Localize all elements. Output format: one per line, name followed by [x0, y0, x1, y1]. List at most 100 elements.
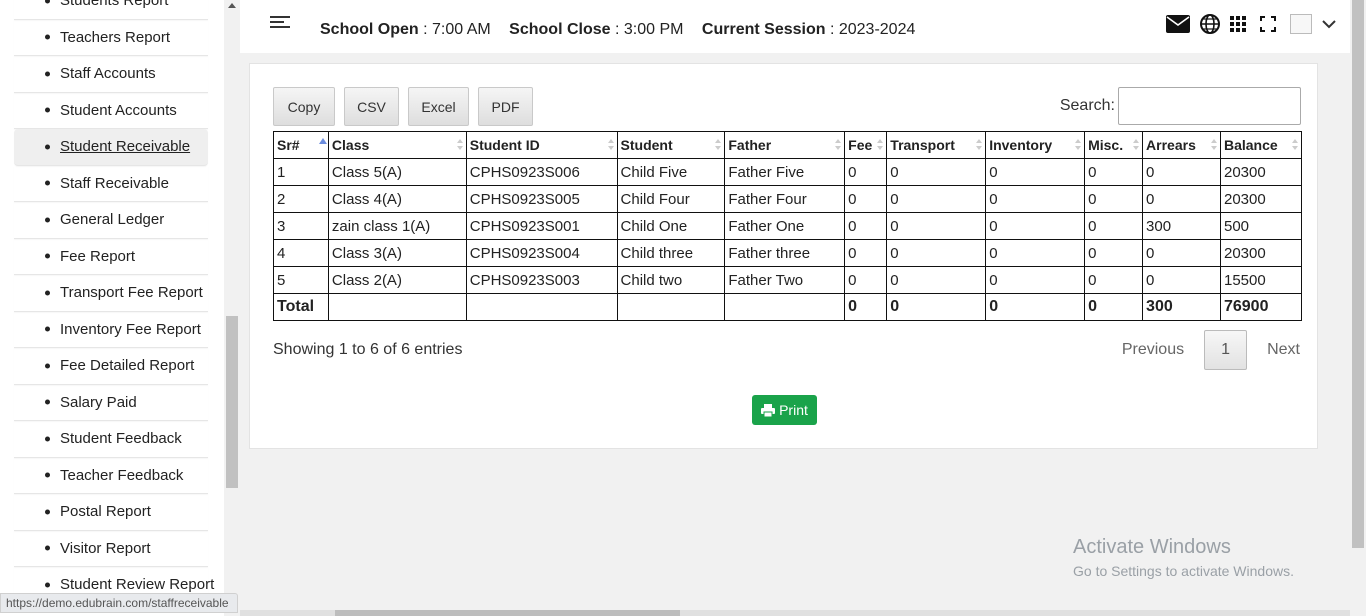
total-cell: 300 — [1142, 293, 1221, 321]
table-cell: 0 — [985, 212, 1086, 240]
menu-toggle-icon[interactable] — [270, 16, 290, 32]
sidebar-item-staff-receivable[interactable]: Staff Receivable — [14, 166, 208, 202]
table-body: 1 Class 5(A) CPHS0923S006 Child Five Father … — [273, 158, 1303, 321]
table-row: 4 Class 3(A) CPHS0923S004 Child three Father… — [273, 239, 1303, 267]
column-header-student[interactable]: Student — [616, 131, 726, 159]
column-header-student-id[interactable]: Student ID — [465, 131, 618, 159]
total-row: Total 0 0 0 0 300 76900 — [273, 293, 1303, 321]
sidebar-item-transport-fee-report[interactable]: Transport Fee Report — [14, 275, 208, 312]
column-header-father[interactable]: Father — [724, 131, 846, 159]
next-page-button[interactable]: Next — [1267, 341, 1300, 359]
page-1-button[interactable]: 1 — [1204, 330, 1248, 370]
school-open-label: School Open — [320, 21, 419, 38]
sort-icon — [456, 139, 463, 151]
table-row: 1 Class 5(A) CPHS0923S006 Child Five Father … — [273, 158, 1303, 186]
column-header-fee[interactable]: Fee — [844, 131, 888, 159]
sidebar-item-fee-detailed-report[interactable]: Fee Detailed Report — [14, 348, 208, 385]
sidebar-item-label: Staff Accounts — [60, 65, 156, 83]
sidebar-item-fee-report[interactable]: Fee Report — [14, 239, 208, 275]
header-icons — [1156, 14, 1336, 34]
sidebar-item-general-ledger[interactable]: General Ledger — [14, 202, 208, 239]
sidebar-menu: Students Report Teachers Report Staff Acco… — [14, 0, 214, 604]
export-buttons: Copy CSV Excel PDF — [273, 87, 542, 126]
sidebar-item-postal-report[interactable]: Postal Report — [14, 494, 208, 531]
chevron-down-icon[interactable] — [1322, 19, 1336, 29]
table-cell: 0 — [1142, 185, 1221, 213]
sidebar-item-label: General Ledger — [60, 211, 165, 229]
sidebar-item-visitor-report[interactable]: Visitor Report — [14, 531, 208, 567]
total-cell: Total — [273, 293, 329, 321]
table-cell: Child two — [616, 266, 726, 294]
column-header-arrears[interactable]: Arrears — [1142, 131, 1221, 159]
scroll-up-arrow-icon[interactable] — [228, 3, 236, 8]
envelope-icon[interactable] — [1166, 15, 1190, 33]
column-header-sr[interactable]: Sr# — [273, 131, 329, 159]
sidebar-scrollbar-thumb[interactable] — [226, 316, 238, 488]
column-header-label: Father — [728, 137, 772, 153]
sidebar-item-student-feedback[interactable]: Student Feedback — [14, 421, 208, 458]
pagination: Previous 1 Next — [1122, 330, 1300, 370]
sidebar-scrollbar[interactable] — [224, 0, 240, 616]
sidebar-item-student-receivable[interactable]: Student Receivable — [14, 129, 208, 166]
printer-icon — [761, 403, 776, 417]
table-cell: Class 4(A) — [327, 185, 467, 213]
column-header-transport[interactable]: Transport — [886, 131, 987, 159]
column-header-misc[interactable]: Misc. — [1084, 131, 1144, 159]
sidebar-item-student-accounts[interactable]: Student Accounts — [14, 93, 208, 129]
search-input[interactable] — [1118, 87, 1301, 125]
pdf-button[interactable]: PDF — [478, 87, 533, 126]
sort-icon — [715, 139, 722, 151]
sidebar-item-teacher-feedback[interactable]: Teacher Feedback — [14, 458, 208, 494]
sidebar-item-staff-accounts[interactable]: Staff Accounts — [14, 56, 208, 93]
receivable-table: Sr# Class Student ID Student Father Fee Transp… — [273, 131, 1303, 321]
fullscreen-icon[interactable] — [1260, 16, 1276, 32]
horizontal-scrollbar[interactable] — [240, 610, 1350, 616]
sidebar-item-students-report[interactable]: Students Report — [14, 0, 208, 20]
column-header-class[interactable]: Class — [327, 131, 467, 159]
report-card: Copy CSV Excel PDF Search: Sr# Class Stude… — [249, 63, 1318, 449]
table-cell: 0 — [1142, 239, 1221, 267]
previous-page-button[interactable]: Previous — [1122, 341, 1184, 359]
table-row: 5 Class 2(A) CPHS0923S003 Child two Father T… — [273, 266, 1303, 294]
sort-icon — [835, 139, 842, 151]
table-cell: 0 — [886, 185, 987, 213]
table-cell: Father Four — [724, 185, 846, 213]
copy-button[interactable]: Copy — [273, 87, 335, 126]
table-cell: 0 — [844, 212, 888, 240]
table-cell: 0 — [1084, 212, 1144, 240]
table-cell: 0 — [886, 266, 987, 294]
table-cell: Class 2(A) — [327, 266, 467, 294]
csv-button[interactable]: CSV — [344, 87, 399, 126]
print-button[interactable]: Print — [752, 395, 817, 425]
top-header: School Open : 7:00 AM School Close : 3:0… — [240, 0, 1350, 53]
sort-ascending-icon — [318, 138, 327, 151]
sidebar-item-inventory-fee-report[interactable]: Inventory Fee Report — [14, 312, 208, 348]
table-cell: 0 — [1142, 158, 1221, 186]
table-cell: 0 — [1084, 158, 1144, 186]
table-cell: 4 — [273, 239, 329, 267]
page-scrollbar[interactable] — [1350, 0, 1366, 616]
table-cell: Child Five — [616, 158, 726, 186]
watermark-title: Activate Windows — [1073, 536, 1231, 558]
table-cell: 15500 — [1219, 266, 1303, 294]
sidebar-item-label: Postal Report — [60, 503, 151, 521]
table-cell: 0 — [1084, 266, 1144, 294]
column-header-label: Transport — [890, 137, 955, 153]
sidebar-item-salary-paid[interactable]: Salary Paid — [14, 385, 208, 421]
horizontal-scrollbar-thumb[interactable] — [335, 610, 680, 616]
excel-button[interactable]: Excel — [408, 87, 469, 126]
globe-icon[interactable] — [1200, 14, 1220, 34]
apps-grid-icon[interactable] — [1230, 16, 1246, 32]
column-header-inventory[interactable]: Inventory — [985, 131, 1086, 159]
table-cell: 0 — [1142, 266, 1221, 294]
page-scrollbar-thumb[interactable] — [1352, 0, 1364, 548]
search-area: Search: — [1060, 87, 1301, 125]
sidebar-item-teachers-report[interactable]: Teachers Report — [14, 20, 208, 56]
sidebar-item-label: Staff Receivable — [60, 174, 169, 192]
table-cell: 0 — [886, 212, 987, 240]
column-header-label: Sr# — [277, 137, 300, 153]
column-header-balance[interactable]: Balance — [1219, 131, 1303, 159]
total-cell — [724, 293, 846, 321]
total-cell: 0 — [1084, 293, 1144, 321]
avatar[interactable] — [1290, 14, 1312, 34]
